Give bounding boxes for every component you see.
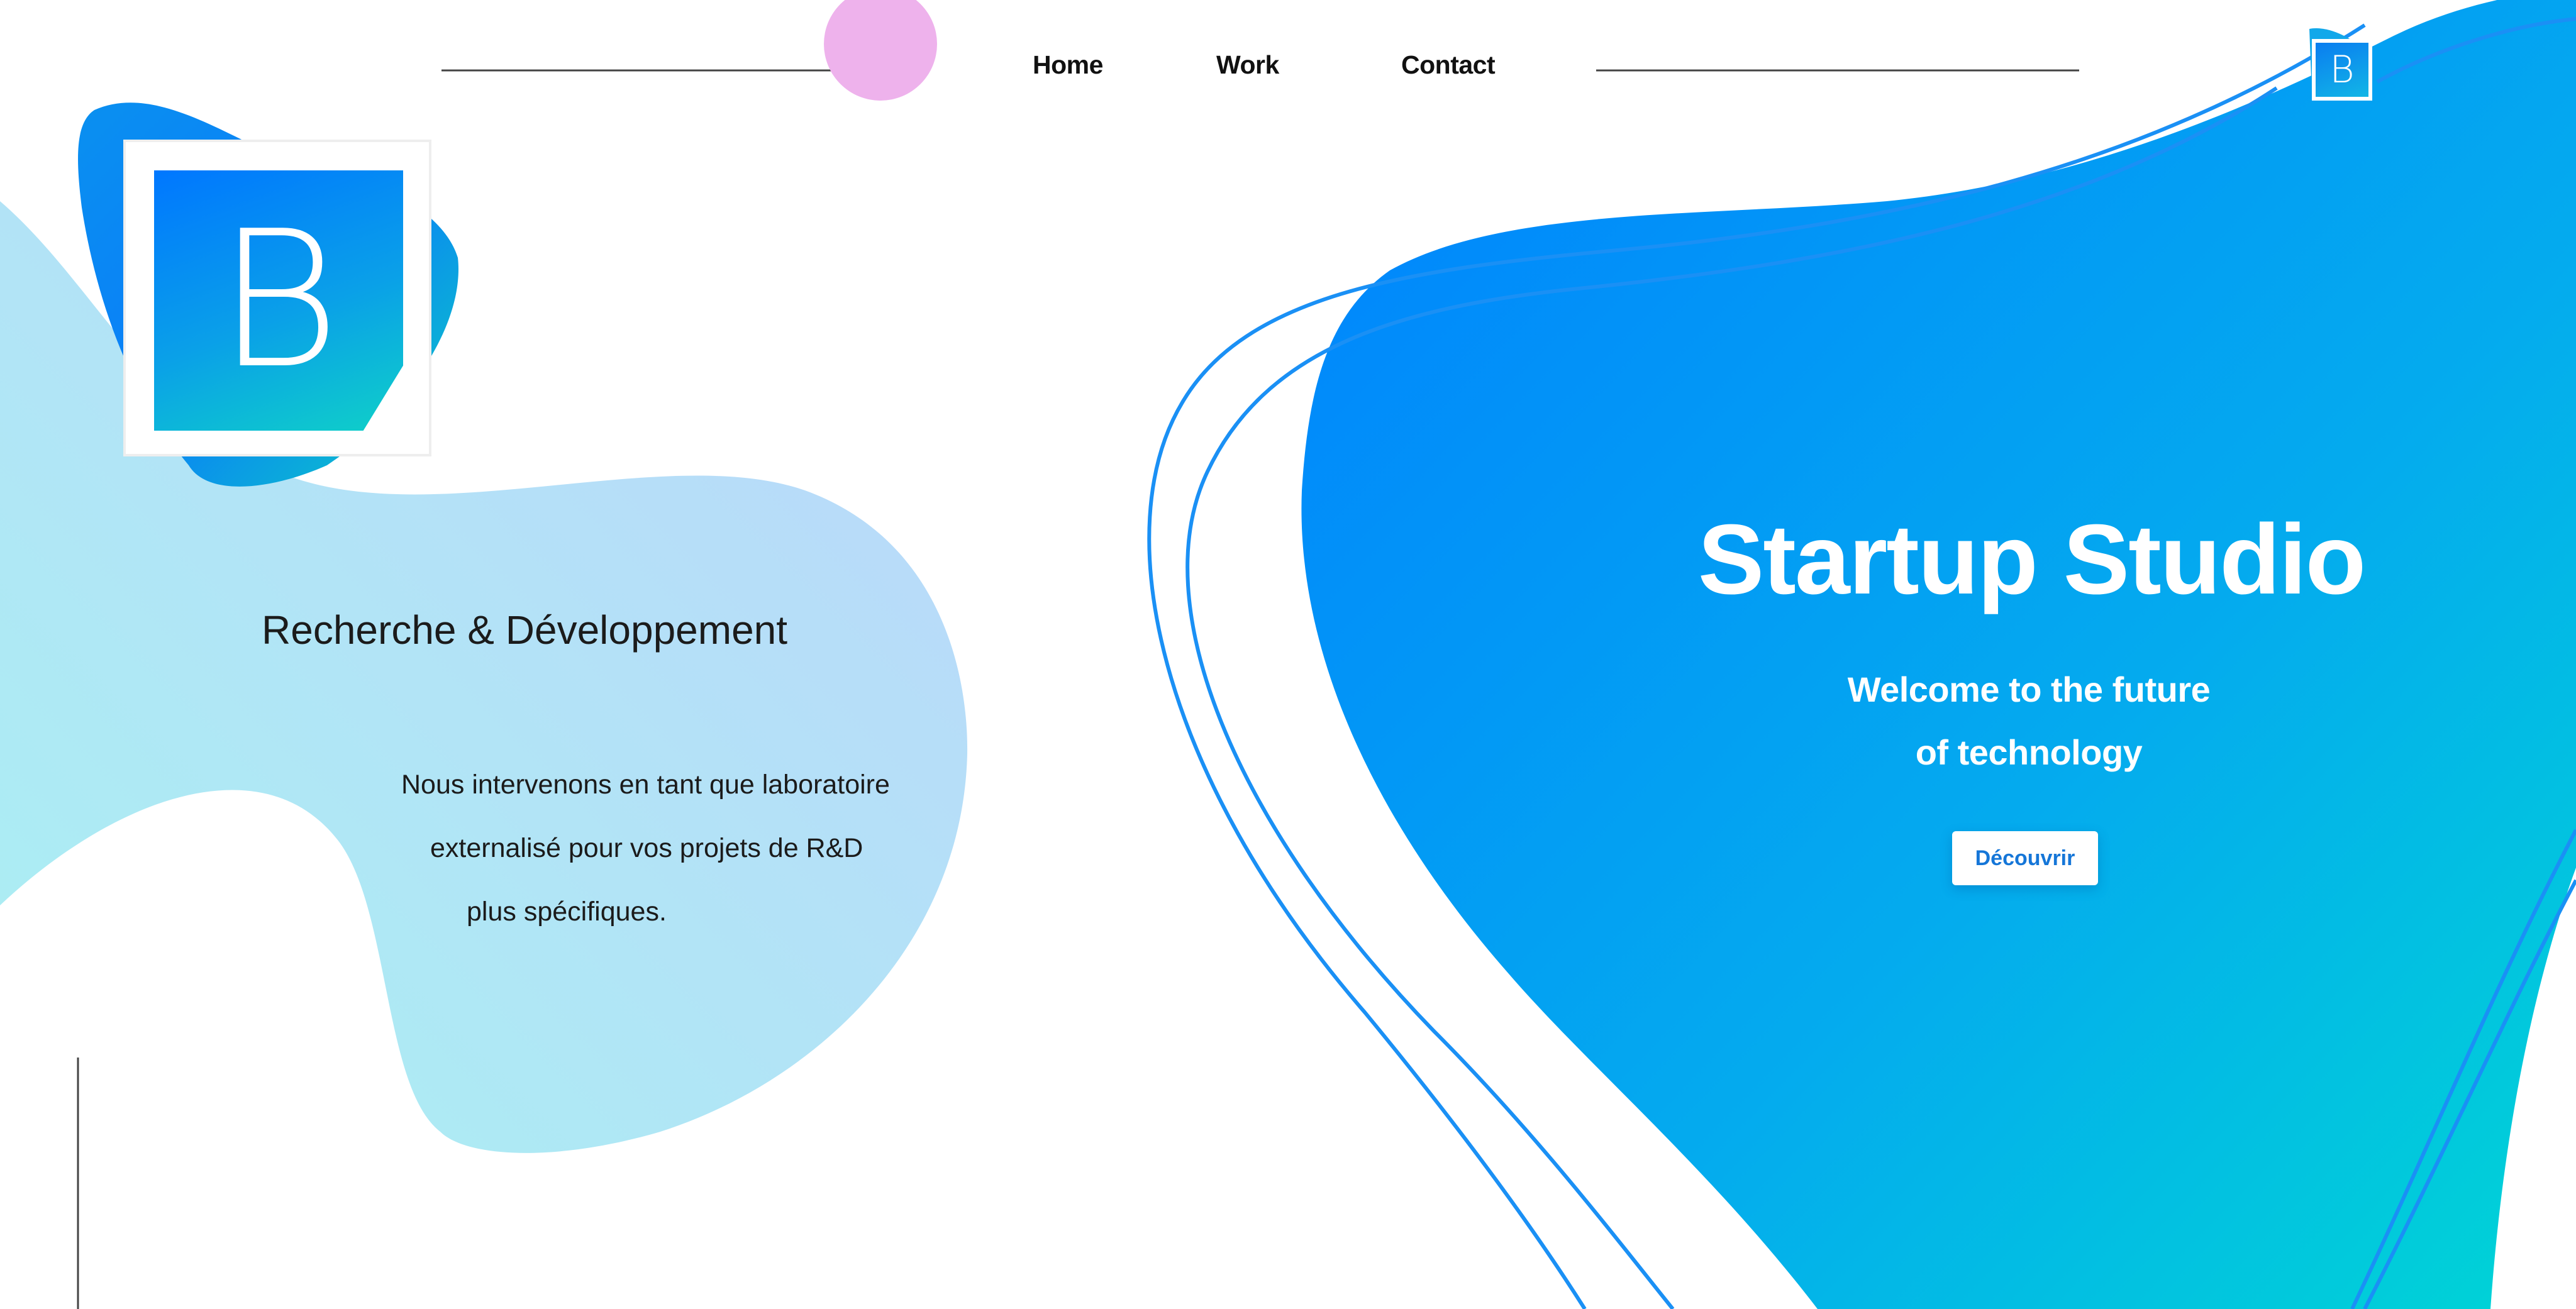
hero-subtitle-line-2: of technology	[1915, 732, 2143, 772]
section-text-line-1: Nous intervenons en tant que laboratoire	[401, 770, 890, 800]
nav-contact-link[interactable]: Contact	[1401, 50, 1496, 80]
brand-logo-mark: B	[154, 170, 403, 431]
brand-logo-letter: B	[216, 191, 341, 410]
right-blue-blob	[1301, 0, 2576, 1309]
hero-title: Startup Studio	[1697, 504, 2366, 615]
nav-work-link[interactable]: Work	[1216, 50, 1279, 80]
pink-dot	[824, 0, 937, 101]
discover-button[interactable]: Découvrir	[1952, 831, 2098, 885]
brand-logo[interactable]: B	[123, 140, 431, 456]
landing-page: Home Work Contact B B Recherche & Dévelo…	[0, 0, 2576, 1309]
small-brand-logo[interactable]: B	[2312, 39, 2372, 101]
hero-subtitle-line-1: Welcome to the future	[1847, 670, 2211, 709]
nav-home-link[interactable]: Home	[1033, 50, 1103, 80]
section-text-line-2: externalisé pour vos projets de R&D	[430, 833, 863, 863]
section-text-line-3: plus spécifiques.	[467, 897, 667, 927]
section-title: Recherche & Développement	[262, 607, 788, 653]
